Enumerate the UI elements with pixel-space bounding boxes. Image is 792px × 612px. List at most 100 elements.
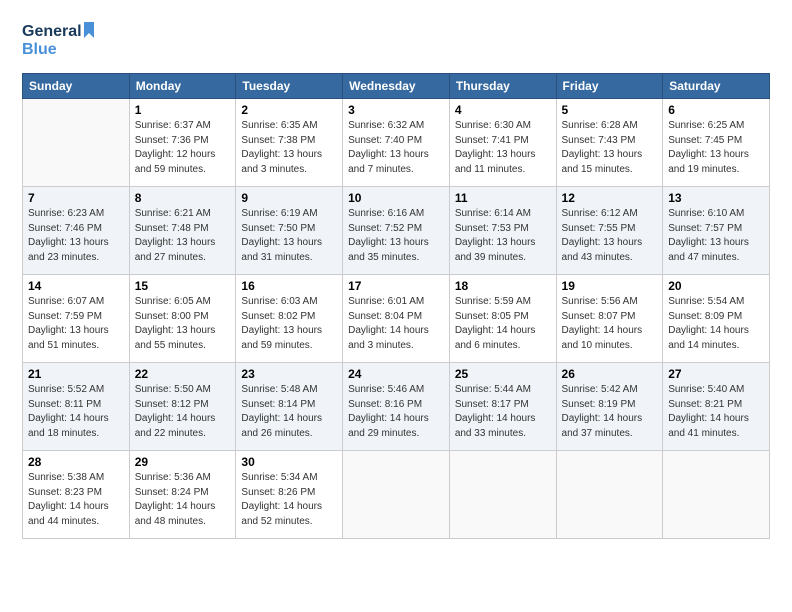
calendar-cell: 26Sunrise: 5:42 AMSunset: 8:19 PMDayligh… <box>556 363 663 451</box>
day-number: 17 <box>348 279 444 293</box>
day-info: Sunrise: 6:12 AMSunset: 7:55 PMDaylight:… <box>562 207 658 265</box>
calendar-cell: 1Sunrise: 6:37 AMSunset: 7:36 PMDaylight… <box>129 99 236 187</box>
calendar-cell: 27 Sunrise: 5:40 AMSunset: 8:21 PMDayligh… <box>663 363 770 451</box>
calendar-cell: 23 Sunrise: 5:48 AMSunset: 8:14 PMDayligh… <box>236 363 343 451</box>
header: General Blue <box>22 18 770 67</box>
weekday-header-cell: Saturday <box>663 74 770 99</box>
calendar-cell: 7 Sunrise: 6:23 AMSunset: 7:46 PMDaylight… <box>23 187 130 275</box>
day-info: Sunrise: 6:05 AMSunset: 8:00 PMDaylight:… <box>135 295 231 353</box>
day-number: 14 <box>28 279 124 293</box>
weekday-header-cell: Tuesday <box>236 74 343 99</box>
calendar-week-row: 28Sunrise: 5:38 AMSunset: 8:23 PMDayligh… <box>23 451 770 539</box>
calendar-week-row: 1Sunrise: 6:37 AMSunset: 7:36 PMDaylight… <box>23 99 770 187</box>
calendar-cell: 11 Sunrise: 6:14 AMSunset: 7:53 PMDayligh… <box>449 187 556 275</box>
calendar-cell: 28Sunrise: 5:38 AMSunset: 8:23 PMDayligh… <box>23 451 130 539</box>
calendar-body: 1Sunrise: 6:37 AMSunset: 7:36 PMDaylight… <box>23 99 770 539</box>
day-info: Sunrise: 6:14 AMSunset: 7:53 PMDaylight:… <box>455 207 551 265</box>
day-number: 11 <box>455 191 551 205</box>
day-info: Sunrise: 5:40 AMSunset: 8:21 PMDaylight:… <box>668 383 764 441</box>
day-info: Sunrise: 5:48 AMSunset: 8:14 PMDaylight:… <box>241 383 337 441</box>
day-info: Sunrise: 6:25 AMSunset: 7:45 PMDaylight:… <box>668 119 764 177</box>
weekday-header-cell: Thursday <box>449 74 556 99</box>
calendar-cell <box>449 451 556 539</box>
day-number: 2 <box>241 103 337 117</box>
day-number: 3 <box>348 103 444 117</box>
calendar-cell: 14 Sunrise: 6:07 AMSunset: 7:59 PMDayligh… <box>23 275 130 363</box>
day-info: Sunrise: 5:34 AMSunset: 8:26 PMDaylight:… <box>241 471 337 529</box>
calendar-cell: 21 Sunrise: 5:52 AMSunset: 8:11 PMDayligh… <box>23 363 130 451</box>
calendar-cell: 29 Sunrise: 5:36 AMSunset: 8:24 PMDayligh… <box>129 451 236 539</box>
day-number: 27 <box>668 367 764 381</box>
day-info: Sunrise: 6:21 AMSunset: 7:48 PMDaylight:… <box>135 207 231 265</box>
day-info: Sunrise: 6:01 AMSunset: 8:04 PMDaylight:… <box>348 295 444 353</box>
calendar-cell: 12Sunrise: 6:12 AMSunset: 7:55 PMDayligh… <box>556 187 663 275</box>
weekday-header: SundayMondayTuesdayWednesdayThursdayFrid… <box>23 74 770 99</box>
svg-text:Blue: Blue <box>22 41 57 58</box>
weekday-header-cell: Wednesday <box>343 74 450 99</box>
day-number: 5 <box>562 103 658 117</box>
calendar-cell: 19 Sunrise: 5:56 AMSunset: 8:07 PMDayligh… <box>556 275 663 363</box>
weekday-header-cell: Monday <box>129 74 236 99</box>
calendar-cell: 15 Sunrise: 6:05 AMSunset: 8:00 PMDayligh… <box>129 275 236 363</box>
day-number: 8 <box>135 191 231 205</box>
calendar-cell: 8 Sunrise: 6:21 AMSunset: 7:48 PMDaylight… <box>129 187 236 275</box>
day-number: 15 <box>135 279 231 293</box>
day-info: Sunrise: 6:32 AMSunset: 7:40 PMDaylight:… <box>348 119 444 177</box>
calendar-cell: 13Sunrise: 6:10 AMSunset: 7:57 PMDayligh… <box>663 187 770 275</box>
day-number: 18 <box>455 279 551 293</box>
day-info: Sunrise: 5:36 AMSunset: 8:24 PMDaylight:… <box>135 471 231 529</box>
day-number: 10 <box>348 191 444 205</box>
calendar-table: SundayMondayTuesdayWednesdayThursdayFrid… <box>22 73 770 539</box>
calendar-cell: 24 Sunrise: 5:46 AMSunset: 8:16 PMDayligh… <box>343 363 450 451</box>
day-info: Sunrise: 6:07 AMSunset: 7:59 PMDaylight:… <box>28 295 124 353</box>
calendar-cell: 22 Sunrise: 5:50 AMSunset: 8:12 PMDayligh… <box>129 363 236 451</box>
calendar-week-row: 7 Sunrise: 6:23 AMSunset: 7:46 PMDaylight… <box>23 187 770 275</box>
day-number: 28 <box>28 455 124 469</box>
calendar-cell: 30 Sunrise: 5:34 AMSunset: 8:26 PMDayligh… <box>236 451 343 539</box>
day-info: Sunrise: 6:16 AMSunset: 7:52 PMDaylight:… <box>348 207 444 265</box>
day-info: Sunrise: 6:23 AMSunset: 7:46 PMDaylight:… <box>28 207 124 265</box>
day-number: 19 <box>562 279 658 293</box>
calendar-cell: 16Sunrise: 6:03 AMSunset: 8:02 PMDayligh… <box>236 275 343 363</box>
day-info: Sunrise: 6:28 AMSunset: 7:43 PMDaylight:… <box>562 119 658 177</box>
day-number: 20 <box>668 279 764 293</box>
day-number: 6 <box>668 103 764 117</box>
day-number: 4 <box>455 103 551 117</box>
logo: General Blue <box>22 18 102 67</box>
day-info: Sunrise: 6:30 AMSunset: 7:41 PMDaylight:… <box>455 119 551 177</box>
day-number: 29 <box>135 455 231 469</box>
day-info: Sunrise: 6:35 AMSunset: 7:38 PMDaylight:… <box>241 119 337 177</box>
day-number: 13 <box>668 191 764 205</box>
day-number: 22 <box>135 367 231 381</box>
calendar-cell: 25 Sunrise: 5:44 AMSunset: 8:17 PMDayligh… <box>449 363 556 451</box>
day-number: 30 <box>241 455 337 469</box>
day-number: 23 <box>241 367 337 381</box>
day-number: 7 <box>28 191 124 205</box>
calendar-cell <box>23 99 130 187</box>
calendar-cell: 5 Sunrise: 6:28 AMSunset: 7:43 PMDaylight… <box>556 99 663 187</box>
calendar-cell: 6 Sunrise: 6:25 AMSunset: 7:45 PMDaylight… <box>663 99 770 187</box>
day-info: Sunrise: 5:56 AMSunset: 8:07 PMDaylight:… <box>562 295 658 353</box>
calendar-cell <box>556 451 663 539</box>
calendar-cell: 20Sunrise: 5:54 AMSunset: 8:09 PMDayligh… <box>663 275 770 363</box>
svg-text:General: General <box>22 23 82 40</box>
calendar-cell: 3 Sunrise: 6:32 AMSunset: 7:40 PMDaylight… <box>343 99 450 187</box>
day-info: Sunrise: 5:50 AMSunset: 8:12 PMDaylight:… <box>135 383 231 441</box>
day-info: Sunrise: 5:59 AMSunset: 8:05 PMDaylight:… <box>455 295 551 353</box>
calendar-cell: 2 Sunrise: 6:35 AMSunset: 7:38 PMDaylight… <box>236 99 343 187</box>
day-info: Sunrise: 5:44 AMSunset: 8:17 PMDaylight:… <box>455 383 551 441</box>
day-number: 21 <box>28 367 124 381</box>
calendar-week-row: 14 Sunrise: 6:07 AMSunset: 7:59 PMDayligh… <box>23 275 770 363</box>
day-info: Sunrise: 5:52 AMSunset: 8:11 PMDaylight:… <box>28 383 124 441</box>
calendar-cell: 9Sunrise: 6:19 AMSunset: 7:50 PMDaylight… <box>236 187 343 275</box>
day-info: Sunrise: 6:03 AMSunset: 8:02 PMDaylight:… <box>241 295 337 353</box>
day-info: Sunrise: 5:46 AMSunset: 8:16 PMDaylight:… <box>348 383 444 441</box>
logo-text: General Blue <box>22 18 102 67</box>
day-number: 26 <box>562 367 658 381</box>
calendar-week-row: 21 Sunrise: 5:52 AMSunset: 8:11 PMDayligh… <box>23 363 770 451</box>
calendar-page: General Blue SundayMondayTuesdayWednesda… <box>0 0 792 612</box>
day-info: Sunrise: 6:37 AMSunset: 7:36 PMDaylight:… <box>135 119 231 177</box>
day-number: 25 <box>455 367 551 381</box>
calendar-cell: 10 Sunrise: 6:16 AMSunset: 7:52 PMDayligh… <box>343 187 450 275</box>
day-number: 24 <box>348 367 444 381</box>
